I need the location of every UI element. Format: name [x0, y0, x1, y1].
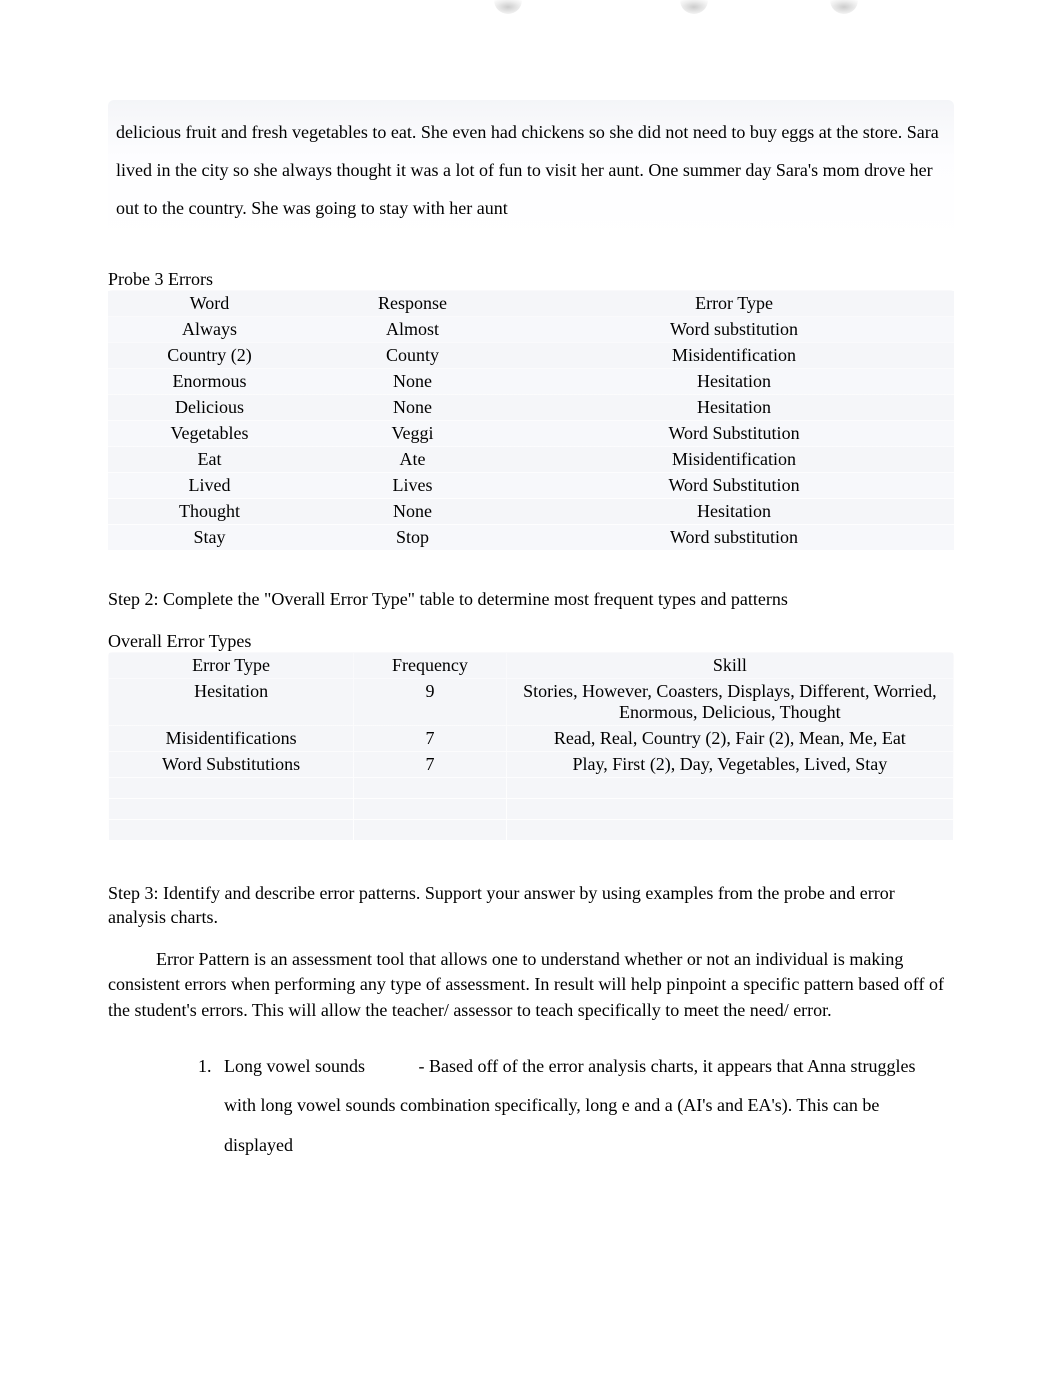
- col-word-header: Word: [108, 291, 311, 316]
- table-row: Eat Ate Misidentification: [108, 447, 954, 472]
- word-cell: Thought: [108, 499, 311, 524]
- errortype-cell: Hesitation: [109, 679, 353, 725]
- response-cell: Veggi: [311, 421, 514, 446]
- errortype-cell: Hesitation: [514, 499, 954, 524]
- pattern-label: Long vowel sounds: [224, 1047, 414, 1087]
- table-row: Word Substitutions 7 Play, First (2), Da…: [109, 752, 953, 777]
- table-row: Country (2) County Misidentification: [108, 343, 954, 368]
- errortype-cell: Misidentification: [514, 343, 954, 368]
- word-cell: Always: [108, 317, 311, 342]
- errortype-cell: Word Substitutions: [109, 752, 353, 777]
- probe3-section: Probe 3 Errors Word Response Error Type …: [108, 269, 954, 551]
- table-row: Stay Stop Word substitution: [108, 525, 954, 550]
- probe3-heading: Probe 3 Errors: [108, 269, 954, 290]
- word-cell: Delicious: [108, 395, 311, 420]
- pattern-item-1: Long vowel sounds - Based off of the err…: [216, 1047, 930, 1166]
- errortype-cell: Hesitation: [514, 369, 954, 394]
- step2-text: Step 2: Complete the "Overall Error Type…: [108, 587, 954, 612]
- errortype-cell: Word Substitution: [514, 473, 954, 498]
- table-row: Delicious None Hesitation: [108, 395, 954, 420]
- skill-cell: Stories, However, Coasters, Displays, Di…: [507, 679, 953, 725]
- col-response-header: Response: [311, 291, 514, 316]
- response-cell: None: [311, 369, 514, 394]
- errortype-cell: Word substitution: [514, 317, 954, 342]
- word-cell: Vegetables: [108, 421, 311, 446]
- table-row-empty: [109, 820, 953, 840]
- overall-table: Error Type Frequency Skill Hesitation 9 …: [108, 652, 954, 841]
- step3-text: Step 3: Identify and describe error patt…: [108, 881, 954, 930]
- response-cell: County: [311, 343, 514, 368]
- response-cell: Almost: [311, 317, 514, 342]
- errortype-cell: Misidentifications: [109, 726, 353, 751]
- word-cell: Stay: [108, 525, 311, 550]
- frequency-cell: 9: [354, 679, 506, 725]
- response-cell: Lives: [311, 473, 514, 498]
- skill-cell: Read, Real, Country (2), Fair (2), Mean,…: [507, 726, 953, 751]
- overall-heading: Overall Error Types: [108, 631, 954, 652]
- probe3-table: Word Response Error Type Always Almost W…: [108, 290, 954, 551]
- errortype-cell: Word substitution: [514, 525, 954, 550]
- col-frequency-header: Frequency: [354, 653, 506, 678]
- response-cell: Stop: [311, 525, 514, 550]
- response-cell: Ate: [311, 447, 514, 472]
- word-cell: Country (2): [108, 343, 311, 368]
- table-row: Vegetables Veggi Word Substitution: [108, 421, 954, 446]
- table-row: Hesitation 9 Stories, However, Coasters,…: [109, 679, 953, 725]
- word-cell: Lived: [108, 473, 311, 498]
- word-cell: Enormous: [108, 369, 311, 394]
- overall-section: Overall Error Types Error Type Frequency…: [108, 631, 954, 841]
- table-header-row: Error Type Frequency Skill: [109, 653, 953, 678]
- table-row: Misidentifications 7 Read, Real, Country…: [109, 726, 953, 751]
- frequency-cell: 7: [354, 726, 506, 751]
- skill-cell: Play, First (2), Day, Vegetables, Lived,…: [507, 752, 953, 777]
- response-cell: None: [311, 499, 514, 524]
- table-row: Thought None Hesitation: [108, 499, 954, 524]
- errortype-cell: Misidentification: [514, 447, 954, 472]
- analysis-paragraph: Error Pattern is an assessment tool that…: [108, 947, 954, 1023]
- word-cell: Eat: [108, 447, 311, 472]
- table-row-empty: [109, 799, 953, 819]
- col-errortype-header: Error Type: [109, 653, 353, 678]
- story-excerpt: delicious fruit and fresh vegetables to …: [108, 100, 954, 241]
- page-content: delicious fruit and fresh vegetables to …: [0, 0, 1062, 1226]
- table-row-empty: [109, 778, 953, 798]
- table-row: Always Almost Word substitution: [108, 317, 954, 342]
- col-errortype-header: Error Type: [514, 291, 954, 316]
- col-skill-header: Skill: [507, 653, 953, 678]
- table-header-row: Word Response Error Type: [108, 291, 954, 316]
- errortype-cell: Hesitation: [514, 395, 954, 420]
- frequency-cell: 7: [354, 752, 506, 777]
- table-row: Lived Lives Word Substitution: [108, 473, 954, 498]
- errortype-cell: Word Substitution: [514, 421, 954, 446]
- table-row: Enormous None Hesitation: [108, 369, 954, 394]
- pattern-list: Long vowel sounds - Based off of the err…: [216, 1047, 954, 1166]
- response-cell: None: [311, 395, 514, 420]
